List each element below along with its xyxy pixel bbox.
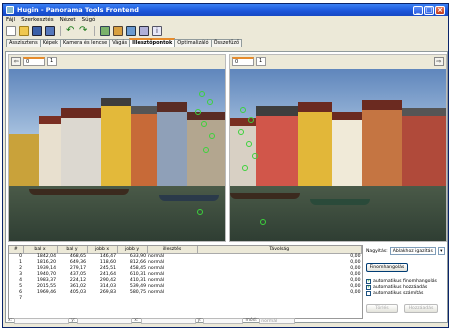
auto-add-checkbox[interactable]: ✓ <box>366 285 371 290</box>
tab-assistant[interactable]: Asszisztens <box>6 39 41 47</box>
control-point-marker[interactable] <box>209 133 215 139</box>
control-point-marker[interactable] <box>238 129 244 135</box>
left-image-tab-1[interactable]: 1 <box>47 56 57 66</box>
control-point-marker[interactable] <box>195 109 201 115</box>
x-label: x: <box>8 318 13 323</box>
menu-view[interactable]: Nézet <box>60 17 76 23</box>
menu-help[interactable]: Súgó <box>82 17 96 23</box>
app-window: Hugin - Panorama Tools Frontend _ □ × Fá… <box>2 3 449 328</box>
table-row[interactable]: 7 <box>9 295 362 301</box>
column-header[interactable]: bal x <box>23 246 58 254</box>
menu-edit[interactable]: Szerkesztés <box>21 17 54 23</box>
chevron-down-icon[interactable]: ▾ <box>437 247 445 255</box>
optimize-icon[interactable] <box>126 26 136 36</box>
right-image-view[interactable] <box>230 69 446 241</box>
mode-label: mód: <box>245 318 258 323</box>
control-point-marker[interactable] <box>207 99 213 105</box>
right-arrow-icon[interactable]: ⇨ <box>434 56 444 66</box>
info-icon[interactable]: i <box>152 26 162 36</box>
zoom-select[interactable]: Ablakhoz igazítás <box>389 247 436 255</box>
left-x-field[interactable] <box>14 317 70 324</box>
fine-tune-button[interactable]: Finomhangolás <box>366 263 408 272</box>
left-image-view[interactable] <box>9 69 225 241</box>
control-point-marker[interactable] <box>248 117 254 123</box>
right-image-pane: 0 1 ⇨ <box>229 54 447 242</box>
hugin-app-icon <box>6 6 14 14</box>
zoom-label: Nagyítás: <box>366 248 388 254</box>
side-controls: Nagyítás: Ablakhoz igazítás ▾ Finomhango… <box>366 247 448 322</box>
maximize-button[interactable]: □ <box>424 5 434 15</box>
minimize-button[interactable]: _ <box>413 5 423 15</box>
auto-estimate-checkbox[interactable] <box>366 291 371 296</box>
control-point-marker[interactable] <box>242 165 248 171</box>
column-header[interactable]: jobb x <box>87 246 118 254</box>
auto-add-label: automatikus hozzáadás <box>373 285 428 290</box>
control-point-marker[interactable] <box>260 219 266 225</box>
tab-crop[interactable]: Vágás <box>109 39 131 47</box>
menu-file[interactable]: Fájl <box>6 17 15 23</box>
control-point-marker[interactable] <box>201 121 207 127</box>
title-bar: Hugin - Panorama Tools Frontend _ □ × <box>3 4 448 16</box>
control-point-marker[interactable] <box>246 141 252 147</box>
mode-select[interactable]: normál <box>259 317 296 324</box>
control-point-marker[interactable] <box>197 209 203 215</box>
control-point-marker[interactable] <box>203 147 209 153</box>
stitch-icon[interactable] <box>139 26 149 36</box>
control-points-table: # bal x bal y jobb x jobb y illesztés Tá… <box>8 245 363 319</box>
control-point-marker[interactable] <box>252 153 258 159</box>
right-x-field[interactable] <box>140 317 196 324</box>
toolbar: ↶ ↷ i <box>3 24 448 38</box>
delete-button[interactable]: Törlés <box>366 304 398 313</box>
column-header[interactable]: Távolság <box>197 246 362 254</box>
auto-fine-tune-label: automatikus finomhangolás <box>373 279 437 284</box>
table-header-row: # bal x bal y jobb x jobb y illesztés Tá… <box>9 246 362 254</box>
window-title: Hugin - Panorama Tools Frontend <box>17 6 139 14</box>
new-icon[interactable] <box>6 26 16 36</box>
menu-bar: Fájl Szerkesztés Nézet Súgó <box>3 16 448 24</box>
tab-control-points[interactable]: Illesztőpontok <box>129 38 176 47</box>
undo-icon[interactable]: ↶ <box>66 26 76 36</box>
auto-estimate-label: automatikus számítás <box>373 291 424 296</box>
y2-label: y: <box>197 318 202 323</box>
tab-stitcher[interactable]: Összefűző <box>210 39 243 47</box>
add-button[interactable]: Hozzáadás <box>404 304 438 313</box>
save-icon[interactable] <box>32 26 42 36</box>
x2-label: x: <box>134 318 139 323</box>
tab-images[interactable]: Képek <box>39 39 61 47</box>
fast-preview-icon[interactable] <box>113 26 123 36</box>
main-tabs: Asszisztens Képek Kamera és lencse Vágás… <box>3 38 448 47</box>
redo-icon[interactable]: ↷ <box>79 26 89 36</box>
right-image-tab-1[interactable]: 1 <box>256 56 266 66</box>
control-points-panel: ⇦ 0 1 0 1 ⇨ # bal x bal y jobb x jobb y … <box>5 51 448 324</box>
right-image-tab-0[interactable]: 0 <box>232 56 254 66</box>
column-header[interactable]: jobb y <box>117 246 148 254</box>
tab-optimizer[interactable]: Optimalizáló <box>174 39 212 47</box>
tab-camera-lens[interactable]: Kamera és lencse <box>59 39 111 47</box>
save-as-icon[interactable] <box>45 26 55 36</box>
left-image-tab-0[interactable]: 0 <box>23 56 45 66</box>
column-header[interactable]: illesztés <box>147 246 198 254</box>
right-y-field[interactable] <box>203 317 244 324</box>
control-point-marker[interactable] <box>240 107 246 113</box>
control-point-marker[interactable] <box>199 91 205 97</box>
left-image-pane: ⇦ 0 1 <box>8 54 226 242</box>
open-icon[interactable] <box>19 26 29 36</box>
column-header[interactable]: bal y <box>57 246 88 254</box>
y-label: y: <box>71 318 76 323</box>
preview-icon[interactable] <box>100 26 110 36</box>
left-y-field[interactable] <box>77 317 133 324</box>
left-arrow-icon[interactable]: ⇦ <box>11 56 21 66</box>
close-button[interactable]: × <box>435 5 445 15</box>
column-header[interactable]: # <box>9 246 24 254</box>
coordinate-row: x: y: x: y: mód: normál <box>8 317 363 324</box>
